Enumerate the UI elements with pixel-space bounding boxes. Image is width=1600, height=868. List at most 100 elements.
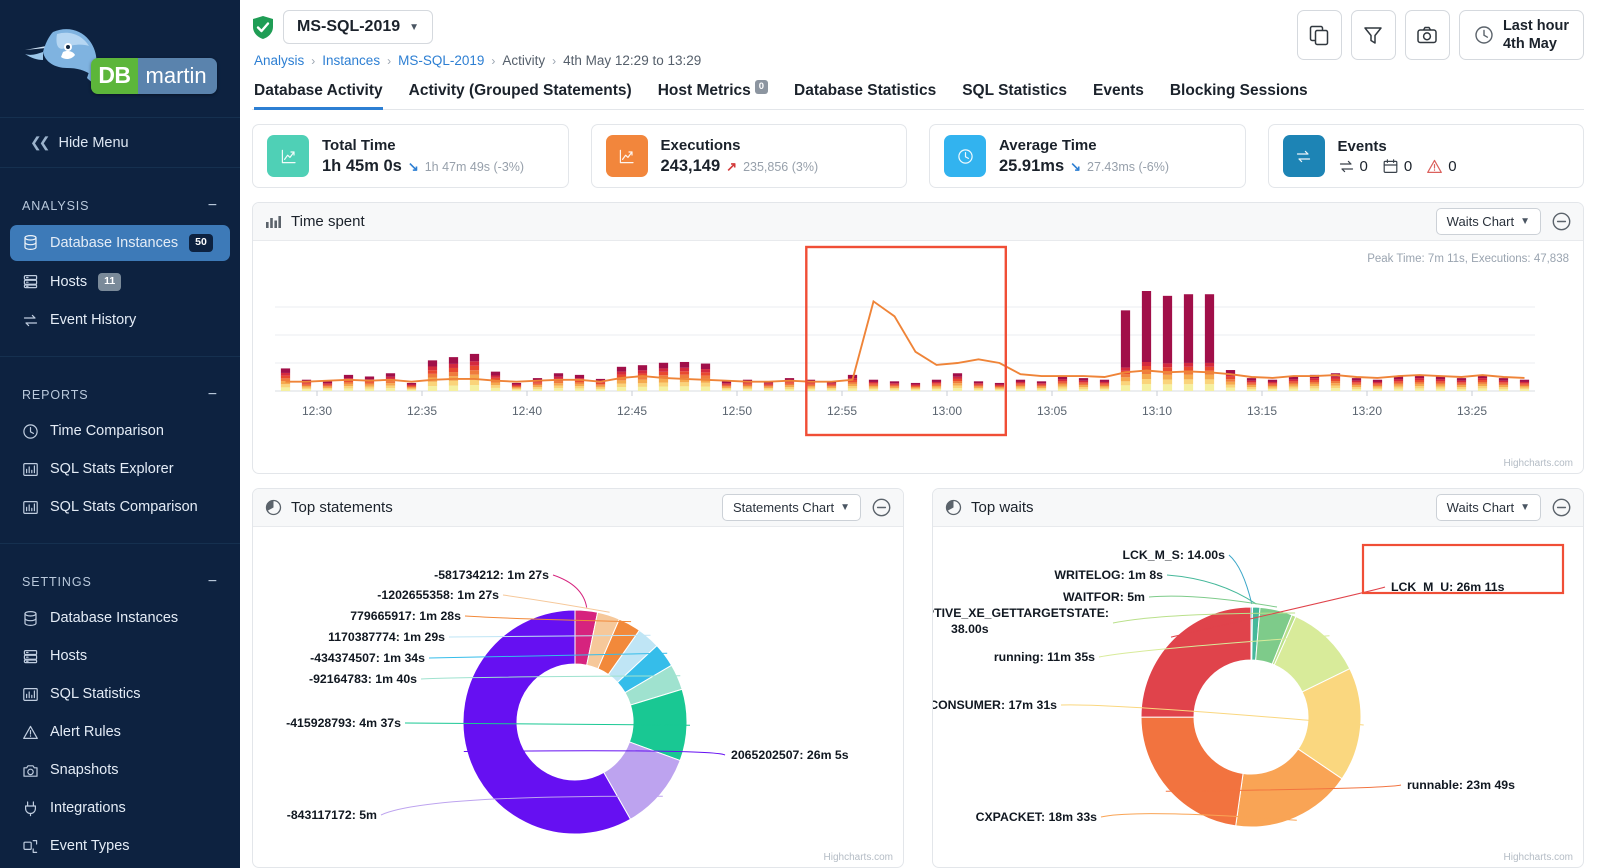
time-spent-chart[interactable]: 12:30 12:35 12:40 12:45 12:50 12:55 13:00 13:05… [253, 241, 1559, 473]
time-spent-bar[interactable] [1498, 378, 1509, 391]
time-spent-bar[interactable] [1288, 376, 1299, 391]
time-spent-bar[interactable] [448, 357, 459, 391]
sidebar-item-sql-statistics[interactable]: SQL Statistics [10, 677, 230, 712]
tab-blocking-sessions[interactable]: Blocking Sessions [1170, 82, 1308, 109]
time-spent-bar[interactable] [826, 381, 837, 391]
time-spent-bar[interactable] [1414, 374, 1425, 391]
time-spent-bar[interactable] [1120, 310, 1131, 391]
time-spent-bar[interactable] [910, 382, 921, 391]
time-spent-bar[interactable] [973, 381, 984, 391]
top-waits-body[interactable]: LCK_M_S: 14.00s WRITELOG: 1m 8s WAITFOR: 5… [933, 527, 1583, 867]
sidebar-section-header[interactable]: ANALYSIS − [0, 190, 240, 222]
snapshot-button[interactable] [1404, 10, 1450, 60]
tab-database-statistics[interactable]: Database Statistics [794, 82, 936, 109]
time-spent-bar[interactable] [1183, 294, 1194, 391]
time-spent-bar[interactable] [385, 373, 396, 391]
kpi-card-executions[interactable]: Executions 243,149 ↗ 235,856 (3%) [590, 124, 907, 188]
sidebar-section-header[interactable]: SETTINGS − [0, 566, 240, 598]
copy-button[interactable] [1296, 10, 1342, 60]
sidebar-item-hosts[interactable]: Hosts 11 [10, 264, 230, 300]
time-spent-bar[interactable] [868, 379, 879, 391]
time-spent-bar[interactable] [1099, 379, 1110, 391]
time-spent-bar[interactable] [364, 376, 375, 391]
time-spent-bar[interactable] [553, 373, 564, 391]
time-spent-bar[interactable] [1519, 379, 1530, 391]
time-spent-bar[interactable] [1078, 378, 1089, 391]
time-range-selector[interactable]: Last hour 4th May [1458, 10, 1584, 60]
instance-selector[interactable]: MS-SQL-2019 ▼ [283, 10, 434, 44]
time-spent-bar[interactable] [511, 382, 522, 391]
time-spent-bar[interactable] [1141, 291, 1152, 391]
time-spent-bar[interactable] [763, 381, 774, 391]
time-spent-bar[interactable] [1477, 374, 1488, 391]
time-spent-bar[interactable] [574, 374, 585, 391]
time-spent-bar[interactable] [322, 381, 333, 391]
tab-events[interactable]: Events [1093, 82, 1144, 109]
sidebar-item-event-history[interactable]: Event History [10, 303, 230, 338]
section-collapse-icon[interactable]: − [208, 198, 218, 214]
breadcrumb-item[interactable]: Analysis [254, 53, 304, 68]
section-collapse-icon[interactable]: − [208, 386, 218, 403]
sidebar-item-database-instances[interactable]: Database Instances [10, 601, 230, 636]
donut-slice[interactable] [1140, 606, 1252, 718]
time-spent-bar[interactable] [700, 363, 711, 391]
time-spent-bar[interactable] [406, 382, 417, 391]
time-spent-bar[interactable] [469, 353, 480, 391]
tab-database-activity[interactable]: Database Activity [254, 82, 383, 110]
time-spent-bar[interactable] [889, 381, 900, 391]
top-statements-body[interactable]: -581734212: 1m 27s -1202655358: 1m 27s 779… [253, 527, 903, 867]
donut-slice[interactable] [1140, 716, 1244, 827]
brand-logo[interactable]: DB martin Premium [0, 0, 240, 118]
time-spent-bar[interactable] [1435, 376, 1446, 391]
time-spent-bar[interactable] [952, 373, 963, 391]
minus-circle-icon[interactable] [872, 498, 891, 517]
time-spent-bar[interactable] [1057, 376, 1068, 391]
kpi-card-total-time[interactable]: Total Time 1h 45m 0s ↘ 1h 47m 49s (-3%) [252, 124, 569, 188]
sidebar-item-integrations[interactable]: Integrations [10, 791, 230, 826]
minus-circle-icon[interactable] [1552, 498, 1571, 517]
time-spent-bar[interactable] [1351, 378, 1362, 391]
time-spent-bar[interactable] [1267, 379, 1278, 391]
time-spent-chart-select[interactable]: Waits Chart ▼ [1435, 208, 1541, 235]
time-spent-bar[interactable] [343, 374, 354, 391]
tab-sql-statistics[interactable]: SQL Statistics [962, 82, 1067, 109]
time-spent-bar[interactable] [280, 368, 291, 391]
time-spent-bar[interactable] [1204, 294, 1215, 391]
sidebar-item-alert-rules[interactable]: Alert Rules [10, 715, 230, 750]
sidebar-item-sql-stats-explorer[interactable]: SQL Stats Explorer [10, 452, 230, 487]
time-spent-bar[interactable] [1015, 379, 1026, 391]
time-spent-bar[interactable] [637, 365, 648, 391]
sidebar-item-hosts[interactable]: Hosts [10, 639, 230, 674]
filter-button[interactable] [1350, 10, 1396, 60]
kpi-card-events[interactable]: Events 0 0 0 [1267, 124, 1584, 188]
time-spent-bar[interactable] [427, 360, 438, 391]
sidebar-item-database-instances[interactable]: Database Instances 50 [10, 225, 230, 261]
time-spent-bar[interactable] [1309, 374, 1320, 391]
hide-menu-button[interactable]: ❮❮ Hide Menu [0, 118, 240, 168]
minus-circle-icon[interactable] [1552, 212, 1571, 231]
section-collapse-icon[interactable]: − [208, 573, 218, 590]
time-spent-bar[interactable] [1036, 381, 1047, 391]
sidebar-item-sql-stats-comparison[interactable]: SQL Stats Comparison [10, 490, 230, 525]
kpi-card-average-time[interactable]: Average Time 25.91ms ↘ 27.43ms (-6%) [929, 124, 1246, 188]
time-spent-bar[interactable] [679, 361, 690, 391]
time-spent-bar[interactable] [1456, 378, 1467, 391]
time-spent-bar[interactable] [1393, 376, 1404, 391]
tab-activity-grouped-statements-[interactable]: Activity (Grouped Statements) [409, 82, 632, 109]
time-spent-bar[interactable] [931, 379, 942, 391]
statements-chart-select[interactable]: Statements Chart ▼ [721, 494, 861, 521]
time-spent-bar[interactable] [1162, 295, 1173, 391]
breadcrumb-item[interactable]: MS-SQL-2019 [398, 53, 484, 68]
waits-chart-select[interactable]: Waits Chart ▼ [1435, 494, 1541, 521]
time-spent-bar[interactable] [1246, 378, 1257, 391]
sidebar-section-header[interactable]: REPORTS − [0, 379, 240, 411]
sidebar-item-snapshots[interactable]: Snapshots [10, 753, 230, 788]
time-spent-bar[interactable] [721, 381, 732, 391]
sidebar-item-time-comparison[interactable]: Time Comparison [10, 414, 230, 449]
time-spent-bar[interactable] [994, 382, 1005, 391]
sidebar-item-event-types[interactable]: Event Types [10, 829, 230, 864]
top-waits-chart[interactable]: LCK_M_S: 14.00s WRITELOG: 1m 8s WAITFOR: 5… [933, 527, 1573, 867]
time-spent-bar[interactable] [1372, 379, 1383, 391]
time-spent-body[interactable]: Peak Time: 7m 11s, Executions: 47,838 12… [253, 241, 1583, 473]
breadcrumb-item[interactable]: Instances [322, 53, 380, 68]
